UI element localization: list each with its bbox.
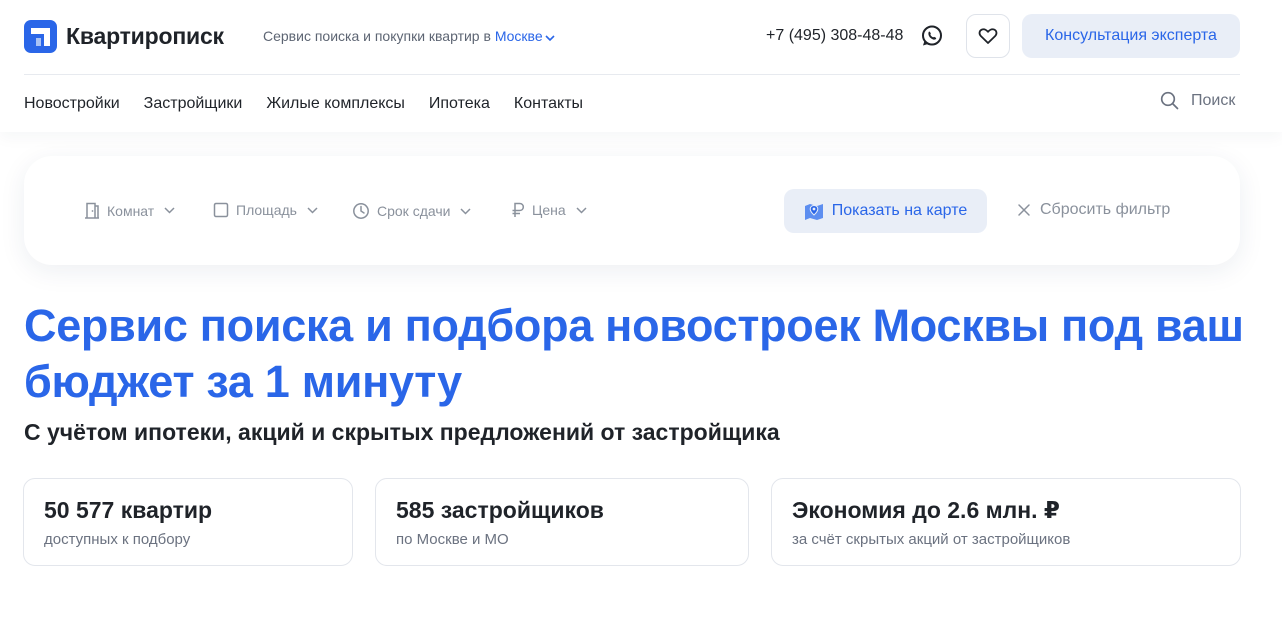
search-icon [1160,91,1179,110]
chevron-down-icon [307,206,318,214]
stat-caption: по Москве и МО [396,531,509,548]
filter-price[interactable]: Цена [511,202,587,218]
filter-deadline-label: Срок сдачи [377,203,451,219]
door-icon [85,202,99,219]
logo[interactable]: Квартирописк [24,19,224,53]
nav-item-contacts[interactable]: Контакты [514,95,583,113]
filter-area-label: Площадь [236,202,297,218]
nav-item-developers[interactable]: Застройщики [144,95,243,113]
stat-card-apartments: 50 577 квартир доступных к подбору [23,478,353,566]
search-label: Поиск [1191,91,1236,109]
favorites-button[interactable] [966,14,1010,58]
stat-caption: доступных к подбору [44,531,191,548]
filter-price-label: Цена [532,202,566,218]
filter-rooms-label: Комнат [107,202,155,219]
show-on-map-button[interactable]: Показать на карте [784,189,987,233]
stat-caption: за счёт скрытых акций от застройщиков [792,531,1071,548]
tagline: Сервис поиска и покупки квартир в Москве [263,28,555,44]
city-name: Москве [494,28,543,44]
tagline-text: Сервис поиска и покупки квартир в [263,28,491,44]
filter-panel: Комнат Площадь Срок сдачи Цена Показать [24,156,1240,265]
hero-title: Сервис поиска и подбора новостроек Москв… [24,300,1244,407]
main-nav: Новостройки Застройщики Жилые комплексы … [24,95,583,113]
square-icon [213,202,229,218]
stat-card-developers: 585 застройщиков по Москве и МО [375,478,749,566]
stat-value: Экономия до 2.6 млн. ₽ [792,497,1060,523]
nav-item-mortgage[interactable]: Ипотека [429,95,490,113]
clock-icon [353,203,369,219]
search-button[interactable]: Поиск [1160,91,1235,110]
logo-mark-icon [24,19,57,53]
nav-item-residential-complexes[interactable]: Жилые комплексы [266,95,405,113]
filter-area[interactable]: Площадь [213,202,318,218]
stat-value: 585 застройщиков [396,497,604,523]
logo-text: Квартирописк [66,22,224,49]
stat-value: 50 577 квартир [44,497,213,523]
chevron-down-icon [460,207,471,215]
nav-item-new-buildings[interactable]: Новостройки [24,95,120,113]
stat-card-savings: Экономия до 2.6 млн. ₽ за счёт скрытых а… [771,478,1241,566]
header-divider [24,74,1240,75]
show-on-map-label: Показать на карте [831,202,968,219]
map-icon [804,204,823,220]
chevron-down-icon [164,207,175,214]
whatsapp-icon[interactable] [920,24,944,48]
site-header: Квартирописк Сервис поиска и покупки ква… [0,0,1282,132]
expert-consultation-button[interactable]: Консультация эксперта [1022,14,1240,58]
ruble-icon [512,202,525,217]
close-icon [1018,204,1030,216]
chevron-down-icon [545,35,555,42]
filter-rooms[interactable]: Комнат [84,202,175,219]
filter-deadline[interactable]: Срок сдачи [352,202,471,220]
city-selector[interactable]: Москве [495,28,555,44]
reset-filter-button[interactable]: Сбросить фильтр [1017,201,1170,219]
reset-filter-label: Сбросить фильтр [1040,201,1171,218]
hero-subtitle: С учётом ипотеки, акций и скрытых предло… [24,419,780,445]
heart-icon [978,28,998,44]
phone-number[interactable]: +7 (495) 308-48-48 [766,27,903,45]
chevron-down-icon [576,206,587,214]
